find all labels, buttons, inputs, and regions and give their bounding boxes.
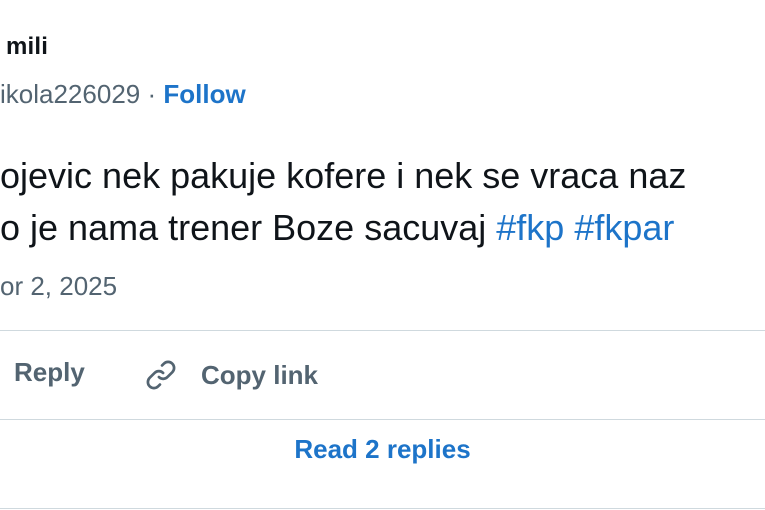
user-handle[interactable]: ikola226029 xyxy=(0,79,140,109)
tweet-line-1: ojevic nek pakuje kofere i nek se vraca … xyxy=(0,155,687,196)
hashtag-fkpar[interactable]: #fkpar xyxy=(574,207,674,248)
action-bar: Reply Copy link xyxy=(0,331,765,419)
divider-bottom xyxy=(0,419,765,420)
reply-button[interactable]: Reply xyxy=(14,357,85,388)
display-name[interactable]: mili xyxy=(6,33,48,61)
follow-button[interactable]: Follow xyxy=(163,79,245,109)
reply-label: Reply xyxy=(14,357,85,387)
divider-end xyxy=(0,508,765,509)
tweet-text: ojevic nek pakuje kofere i nek se vraca … xyxy=(0,150,765,254)
tweet-line-2: o je nama trener Boze sacuvaj #fkp #fkpa… xyxy=(0,202,765,254)
read-replies-button[interactable]: Read 2 replies xyxy=(0,434,765,465)
tweet-line-2-text: o je nama trener Boze sacuvaj xyxy=(0,207,497,248)
link-icon xyxy=(146,360,176,390)
copy-link-label: Copy link xyxy=(201,359,319,390)
separator-dot: · xyxy=(147,79,157,109)
read-replies-label: Read 2 replies xyxy=(294,434,471,464)
copy-link-button[interactable]: Copy link xyxy=(143,357,318,393)
tweet-card: mili ikola226029 · Follow ojevic nek pak… xyxy=(0,0,765,510)
hashtag-fkp[interactable]: #fkp xyxy=(496,207,564,248)
tweet-date[interactable]: or 2, 2025 xyxy=(0,271,117,302)
user-meta: ikola226029 · Follow xyxy=(0,79,246,110)
